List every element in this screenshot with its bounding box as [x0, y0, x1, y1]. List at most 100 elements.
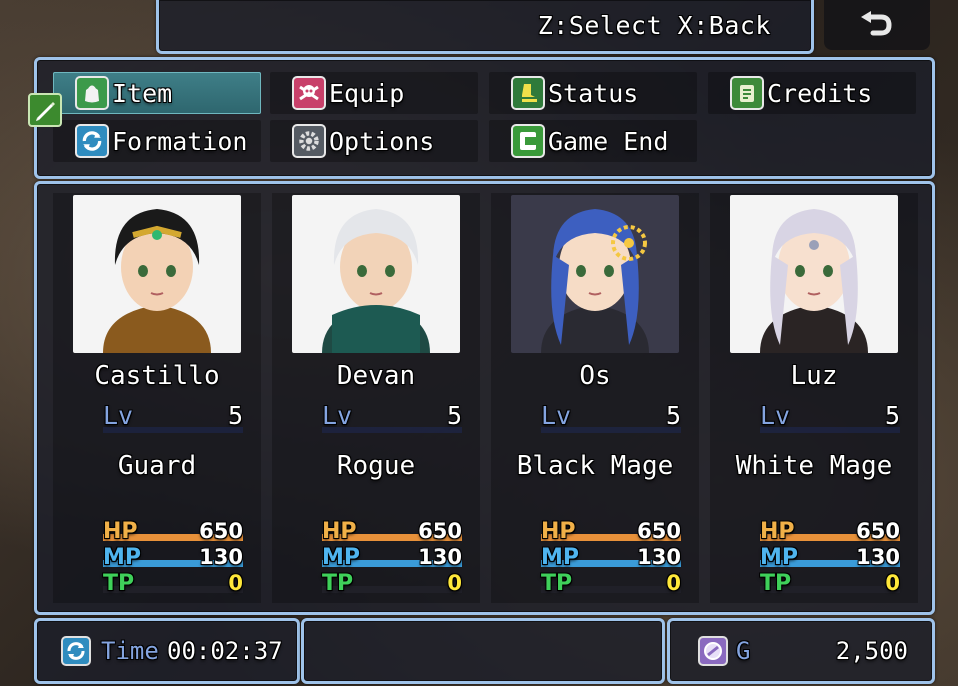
refresh-icon — [75, 124, 109, 158]
actor-class: Guard — [117, 451, 197, 481]
hp-value: 650 — [637, 519, 681, 543]
hp-value: 650 — [856, 519, 900, 543]
gold-unit-label: G — [736, 637, 751, 665]
tp-label: TP — [760, 571, 792, 596]
hp-gauge: HP 650 — [541, 519, 681, 545]
menu-command-game-end[interactable]: Game End — [489, 120, 697, 162]
playtime-window: Time 00:02:37 — [34, 618, 300, 684]
skull-crossbones-icon — [292, 76, 326, 110]
hp-label: HP — [103, 519, 138, 544]
mp-value: 130 — [637, 545, 681, 569]
mp-label: MP — [760, 545, 799, 570]
mp-label: MP — [103, 545, 142, 570]
hp-gauge: HP 650 — [322, 519, 462, 545]
tp-value: 0 — [885, 571, 900, 595]
mp-label: MP — [541, 545, 580, 570]
menu-command-equip[interactable]: Equip — [270, 72, 478, 114]
empty-info-window — [301, 618, 665, 684]
party-member-card[interactable]: Devan Lv 5 Rogue HP 650 MP 130 TP 0 — [272, 193, 480, 603]
mp-gauge: MP 130 — [760, 545, 900, 571]
level-row: Lv 5 — [322, 401, 462, 433]
tp-value: 0 — [666, 571, 681, 595]
exit-door-icon — [511, 124, 545, 158]
party-member-card[interactable]: Os Lv 5 Black Mage HP 650 MP 130 TP 0 — [491, 193, 699, 603]
menu-command-formation[interactable]: Formation — [53, 120, 261, 162]
back-button[interactable] — [824, 0, 930, 50]
menu-command-label: Equip — [329, 78, 405, 108]
gold-value: 2,500 — [835, 637, 908, 665]
actor-class: White Mage — [735, 451, 893, 481]
menu-command-label: Game End — [548, 126, 669, 156]
hp-label: HP — [760, 519, 795, 544]
actor-name: Devan — [336, 361, 416, 391]
hp-gauge: HP 650 — [103, 519, 243, 545]
menu-command-label: Item — [112, 78, 173, 108]
hp-label: HP — [322, 519, 357, 544]
level-row: Lv 5 — [103, 401, 243, 433]
menu-command-item[interactable]: Item — [53, 72, 261, 114]
tp-value: 0 — [447, 571, 462, 595]
playtime-label: Time — [101, 637, 159, 665]
tp-label: TP — [541, 571, 573, 596]
mp-value: 130 — [418, 545, 462, 569]
return-arrow-icon — [861, 11, 892, 36]
tp-gauge: TP 0 — [322, 571, 462, 597]
level-row: Lv 5 — [541, 401, 681, 433]
help-text: Z:Select X:Back — [537, 11, 771, 40]
level-value: 5 — [884, 401, 900, 430]
level-label: Lv — [760, 401, 791, 430]
party-member-card[interactable]: Castillo Lv 5 Guard HP 650 MP 130 TP 0 — [53, 193, 261, 603]
actor-portrait — [511, 195, 679, 353]
actor-name: Luz — [790, 361, 838, 391]
hp-label: HP — [541, 519, 576, 544]
level-value: 5 — [446, 401, 462, 430]
hp-gauge: HP 650 — [760, 519, 900, 545]
tp-value: 0 — [228, 571, 243, 595]
gear-icon — [292, 124, 326, 158]
level-value: 5 — [665, 401, 681, 430]
tp-gauge: TP 0 — [103, 571, 243, 597]
touch-mode-button[interactable] — [28, 93, 62, 127]
level-label: Lv — [103, 401, 134, 430]
boot-icon — [511, 76, 545, 110]
mp-gauge: MP 130 — [541, 545, 681, 571]
mp-value: 130 — [199, 545, 243, 569]
actor-class: Rogue — [336, 451, 416, 481]
party-member-card[interactable]: Luz Lv 5 White Mage HP 650 MP 130 TP 0 — [710, 193, 918, 603]
mp-gauge: MP 130 — [103, 545, 243, 571]
actor-name: Castillo — [94, 361, 220, 391]
help-window: Z:Select X:Back — [156, 0, 814, 54]
actor-name: Os — [579, 361, 611, 391]
hp-value: 650 — [199, 519, 243, 543]
actor-portrait — [292, 195, 460, 353]
tp-label: TP — [103, 571, 135, 596]
bag-icon — [75, 76, 109, 110]
menu-command-label: Formation — [112, 126, 248, 156]
refresh-icon — [61, 636, 91, 666]
menu-command-label: Status — [548, 78, 639, 108]
menu-command-options[interactable]: Options — [270, 120, 478, 162]
menu-command-credits[interactable]: Credits — [708, 72, 916, 114]
pen-icon — [36, 102, 55, 121]
mp-gauge: MP 130 — [322, 545, 462, 571]
level-label: Lv — [322, 401, 353, 430]
menu-command-label: Options — [329, 126, 435, 156]
actor-portrait — [73, 195, 241, 353]
playtime-value: 00:02:37 — [167, 637, 283, 665]
scroll-icon — [730, 76, 764, 110]
mp-label: MP — [322, 545, 361, 570]
level-label: Lv — [541, 401, 572, 430]
gold-window: G 2,500 — [667, 618, 935, 684]
tp-gauge: TP 0 — [541, 571, 681, 597]
actor-class: Black Mage — [516, 451, 674, 481]
coin-icon — [698, 636, 728, 666]
level-row: Lv 5 — [760, 401, 900, 433]
actor-portrait — [730, 195, 898, 353]
hp-value: 650 — [418, 519, 462, 543]
menu-command-label: Credits — [767, 78, 873, 108]
tp-gauge: TP 0 — [760, 571, 900, 597]
menu-command-status[interactable]: Status — [489, 72, 697, 114]
level-value: 5 — [227, 401, 243, 430]
mp-value: 130 — [856, 545, 900, 569]
tp-label: TP — [322, 571, 354, 596]
